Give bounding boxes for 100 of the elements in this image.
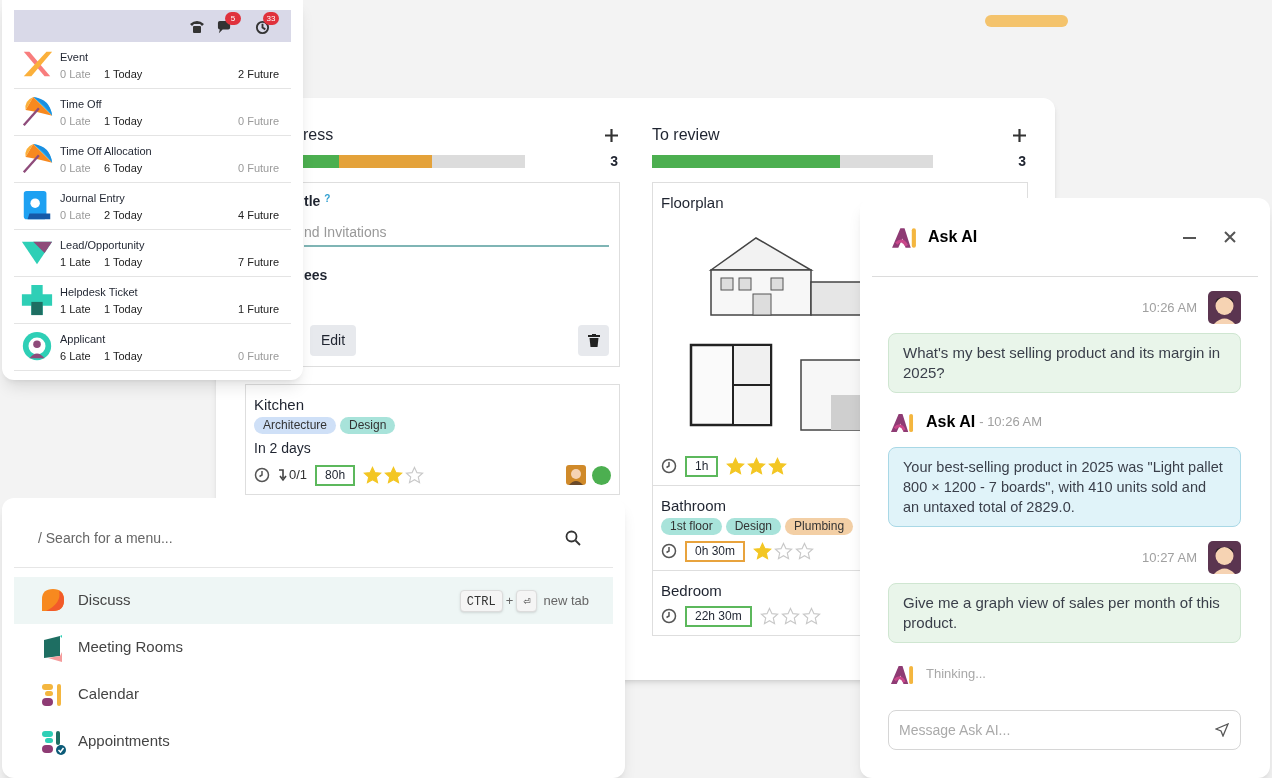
- thinking-status: Thinking...: [926, 665, 986, 684]
- card-title: Bathroom: [661, 496, 727, 515]
- empty-star-icon[interactable]: [774, 541, 794, 561]
- tag[interactable]: Architecture: [254, 417, 337, 434]
- activity-name: Helpdesk Ticket: [60, 284, 139, 299]
- late-count: 0 Late: [60, 66, 92, 81]
- menu-item[interactable]: Appointments: [14, 718, 613, 765]
- deadline-text: In 2 days: [254, 439, 312, 458]
- send-icon[interactable]: [1215, 723, 1229, 737]
- activity-row[interactable]: Time Off 0 Late 1 Today 0 Future: [14, 89, 291, 136]
- today-count: 1 Today: [104, 254, 143, 269]
- late-count: 1 Late: [60, 254, 92, 269]
- delete-button[interactable]: [578, 325, 609, 356]
- future-count: 0 Future: [238, 348, 279, 363]
- tag[interactable]: Design: [725, 518, 782, 535]
- filled-star-icon[interactable]: [384, 465, 404, 485]
- add-icon[interactable]: [1013, 128, 1026, 142]
- column-title: To review: [652, 125, 720, 145]
- card-title: Bedroom: [661, 581, 722, 600]
- clock-icon[interactable]: [255, 20, 270, 35]
- task-card[interactable]: Kitchen Architecture Design In 2 days 0/1 80h: [245, 384, 620, 495]
- subtask-arrow-icon: [278, 468, 287, 482]
- activity-name: Time Off Allocation: [60, 143, 153, 158]
- sender-name: Ask AI: [926, 412, 976, 432]
- clock-icon[interactable]: [661, 458, 677, 474]
- count-badge: 5: [225, 12, 241, 25]
- empty-star-icon[interactable]: [801, 606, 821, 626]
- late-count: 0 Late: [60, 113, 92, 128]
- activity-name: Journal Entry: [60, 190, 126, 205]
- ai-message: Your best-selling product in 2025 was "Light pallet 800 × 1200 - 7 boards", with 410 units sold and an untaxed total of 2829.0.: [888, 447, 1241, 527]
- search-field[interactable]: / Search for a menu...: [38, 527, 565, 549]
- activity-row[interactable]: Event 0 Late 1 Today 2 Future: [14, 42, 291, 89]
- hours-badge: 1h: [685, 455, 719, 477]
- future-count: 7 Future: [238, 254, 279, 269]
- activity-row[interactable]: Time Off Allocation 0 Late 6 Today 0 Future: [14, 136, 291, 183]
- late-count: 1 Late: [60, 301, 92, 316]
- activity-row[interactable]: Applicant 6 Late 1 Today 0 Future: [14, 324, 291, 371]
- plus-icon: [20, 283, 54, 317]
- today-count: 1 Today: [104, 66, 143, 81]
- card-title: Kitchen: [254, 395, 305, 414]
- umbrella-icon: [20, 142, 54, 176]
- user-message: What's my best selling product and its margin in 2025?: [888, 333, 1241, 393]
- filled-star-icon[interactable]: [768, 456, 788, 476]
- menu-item-label: Calendar: [78, 684, 139, 705]
- menu-item[interactable]: Calendar: [14, 671, 613, 718]
- activity-name: Event: [60, 49, 90, 64]
- search-icon[interactable]: [565, 530, 581, 546]
- menu-item[interactable]: Meeting Rooms: [14, 624, 613, 671]
- empty-star-icon[interactable]: [759, 606, 779, 626]
- message-time: 10:27 AM: [1142, 548, 1197, 567]
- clock-icon[interactable]: [661, 608, 677, 624]
- menu-item-label: Appointments: [78, 731, 170, 752]
- activity-name: Time Off: [60, 96, 103, 111]
- tag[interactable]: 1st floor: [661, 518, 722, 535]
- avatar-icon[interactable]: [566, 465, 586, 485]
- menu-item-label: Discuss: [78, 590, 131, 611]
- hours-badge: 22h 30m: [685, 605, 752, 627]
- today-count: 1 Today: [104, 301, 143, 316]
- filled-star-icon[interactable]: [747, 456, 767, 476]
- shortcut-hint: new tab: [543, 591, 589, 610]
- filled-star-icon[interactable]: [726, 456, 746, 476]
- hours-badge: 0h 30m: [685, 540, 746, 562]
- avatar-icon: [1208, 291, 1241, 324]
- clock-icon[interactable]: [661, 543, 677, 559]
- key-cap: CTRL: [459, 589, 503, 612]
- activity-row[interactable]: Helpdesk Ticket 1 Late 1 Today 1 Future: [14, 277, 291, 324]
- phone-icon[interactable]: [189, 18, 205, 34]
- close-icon[interactable]: [1224, 231, 1236, 243]
- filled-star-icon[interactable]: [363, 465, 383, 485]
- trash-icon: [587, 334, 600, 347]
- field-label: ees: [304, 266, 329, 285]
- chat-title: Ask AI: [928, 227, 978, 247]
- activity-name: Applicant: [60, 331, 107, 346]
- clock-icon[interactable]: [254, 467, 270, 483]
- filled-star-icon[interactable]: [753, 541, 773, 561]
- message-field[interactable]: Message Ask AI...: [888, 710, 1241, 750]
- field-label: tle: [304, 192, 321, 211]
- column-count: 3: [610, 152, 618, 171]
- column-count: 3: [1018, 152, 1026, 171]
- empty-star-icon[interactable]: [780, 606, 800, 626]
- future-count: 4 Future: [238, 207, 279, 222]
- edit-button[interactable]: Edit: [310, 325, 357, 356]
- empty-star-icon[interactable]: [795, 541, 815, 561]
- key-cap: ⏎: [516, 589, 538, 612]
- tag[interactable]: Design: [340, 417, 396, 434]
- card-title: Floorplan: [661, 193, 724, 212]
- add-icon[interactable]: [605, 128, 618, 142]
- future-count: 0 Future: [238, 160, 279, 175]
- tag[interactable]: Plumbing: [785, 518, 854, 535]
- menu-item[interactable]: Discuss CTRL + ⏎ new tab: [14, 577, 613, 624]
- activity-row[interactable]: Journal Entry 0 Late 2 Today 4 Future: [14, 183, 291, 230]
- plus-sign: +: [505, 591, 514, 610]
- text-field[interactable]: nd Invitations: [304, 222, 609, 247]
- user-message: Give me a graph view of sales per month of this product.: [888, 583, 1241, 643]
- avatar-icon: [1208, 541, 1241, 574]
- future-count: 1 Future: [238, 301, 279, 316]
- late-count: 0 Late: [60, 207, 92, 222]
- activity-row[interactable]: Lead/Opportunity 1 Late 1 Today 7 Future: [14, 230, 291, 277]
- late-count: 0 Late: [60, 160, 92, 175]
- today-count: 2 Today: [104, 207, 143, 222]
